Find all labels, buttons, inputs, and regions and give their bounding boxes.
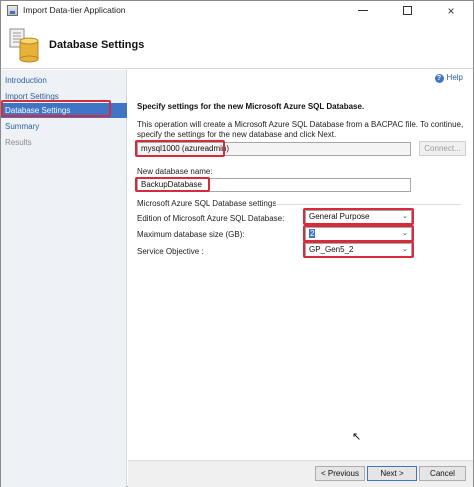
max-size-value: 2 xyxy=(309,229,316,238)
page-title: Database Settings xyxy=(49,39,145,51)
cancel-button[interactable]: Cancel xyxy=(419,466,466,481)
page-header: Database Settings xyxy=(1,21,473,69)
server-connection-field[interactable]: mysql1000 (azureadmin) xyxy=(137,142,411,156)
close-button[interactable]: × xyxy=(429,1,473,21)
edition-dropdown[interactable]: General Purpose ⌄ xyxy=(305,210,412,224)
edition-value: General Purpose xyxy=(309,212,370,221)
sidebar-item-import-settings[interactable]: Import Settings xyxy=(1,89,127,104)
import-data-tier-window: Import Data-tier Application × Database … xyxy=(0,0,474,487)
maximize-button[interactable] xyxy=(385,1,429,21)
mouse-cursor-icon: ↖ xyxy=(352,431,362,443)
close-icon: × xyxy=(447,4,455,18)
help-icon: ? xyxy=(434,74,444,83)
database-wizard-icon xyxy=(9,28,39,63)
new-database-name-label: New database name: xyxy=(137,167,213,176)
minimize-button[interactable] xyxy=(341,1,385,21)
max-size-dropdown[interactable]: 2 ⌄ xyxy=(305,227,412,241)
section-description: This operation will create a Microsoft A… xyxy=(137,120,464,139)
window-title: Import Data-tier Application xyxy=(23,5,126,15)
wizard-footer: < Previous Next > Cancel xyxy=(128,460,473,487)
service-objective-value: GP_Gen5_2 xyxy=(309,245,354,254)
maximize-icon xyxy=(402,5,412,15)
help-label: Help xyxy=(446,73,463,82)
minimize-icon xyxy=(358,9,368,11)
connect-button[interactable]: Connect... xyxy=(419,141,466,156)
max-size-label: Maximum database size (GB): xyxy=(137,230,245,239)
service-objective-label: Service Objective : xyxy=(137,247,204,256)
service-objective-dropdown[interactable]: GP_Gen5_2 ⌄ xyxy=(305,243,412,257)
azure-settings-group-title: Microsoft Azure SQL Database settings xyxy=(137,199,277,208)
help-link[interactable]: ? Help xyxy=(434,73,463,83)
previous-button[interactable]: < Previous xyxy=(315,466,365,481)
sidebar-item-summary[interactable]: Summary xyxy=(1,119,127,134)
chevron-down-icon: ⌄ xyxy=(402,213,408,220)
sidebar-item-database-settings[interactable]: Database Settings xyxy=(1,103,127,118)
wizard-steps-sidebar: Introduction Import Settings Database Se… xyxy=(1,70,127,487)
edition-label: Edition of Microsoft Azure SQL Database: xyxy=(137,214,285,223)
sidebar-item-results: Results xyxy=(5,138,32,147)
application-icon xyxy=(7,5,18,16)
chevron-down-icon: ⌄ xyxy=(402,230,408,237)
next-button[interactable]: Next > xyxy=(367,466,417,481)
section-heading: Specify settings for the new Microsoft A… xyxy=(137,102,365,111)
chevron-down-icon: ⌄ xyxy=(402,246,408,253)
title-bar[interactable]: Import Data-tier Application × xyxy=(1,1,473,21)
sidebar-item-introduction[interactable]: Introduction xyxy=(1,73,127,88)
group-divider xyxy=(273,204,461,205)
main-content: ? Help Specify settings for the new Micro… xyxy=(128,70,473,460)
new-database-name-input[interactable]: BackupDatabase xyxy=(137,178,411,192)
